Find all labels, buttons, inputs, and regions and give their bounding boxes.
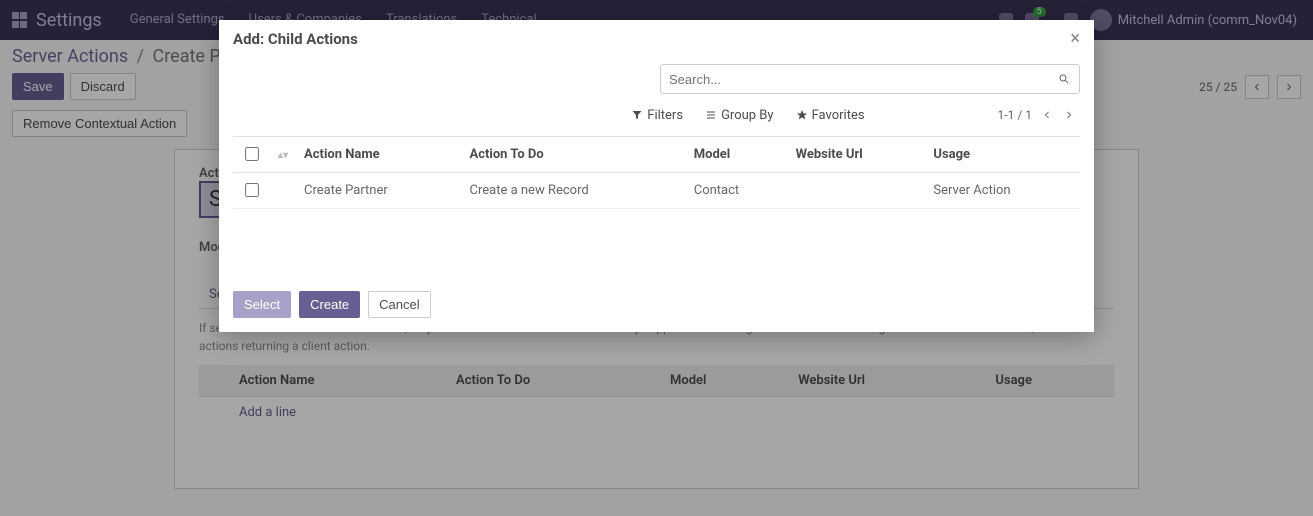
- funnel-icon: [631, 109, 643, 121]
- modal-title: Add: Child Actions: [233, 30, 358, 48]
- create-button[interactable]: Create: [299, 291, 360, 318]
- table-row[interactable]: Create Partner Create a new Record Conta…: [233, 173, 1080, 209]
- modal-overlay: Add: Child Actions × Filters: [0, 0, 1313, 516]
- modal-pager: 1-1 / 1: [994, 108, 1036, 122]
- favorites-button[interactable]: Favorites: [787, 105, 874, 126]
- cell-model: Contact: [686, 173, 788, 209]
- mcol-action-name[interactable]: Action Name: [296, 137, 461, 173]
- mcol-usage[interactable]: Usage: [925, 137, 1080, 173]
- cell-website-url: [788, 173, 926, 209]
- chevron-left-icon: [1041, 109, 1053, 121]
- modal-page-prev[interactable]: [1036, 104, 1058, 126]
- mcol-website-url[interactable]: Website Url: [788, 137, 926, 173]
- filters-button[interactable]: Filters: [622, 105, 692, 126]
- cell-action-to-do: Create a new Record: [462, 173, 686, 209]
- list-icon: [705, 109, 717, 121]
- mcol-action-to-do[interactable]: Action To Do: [462, 137, 686, 173]
- cancel-button[interactable]: Cancel: [368, 291, 430, 318]
- cell-action-name: Create Partner: [296, 173, 461, 209]
- mcol-model[interactable]: Model: [686, 137, 788, 173]
- sort-indicator[interactable]: ▴▾: [278, 150, 288, 161]
- modal-results-table: ▴▾ Action Name Action To Do Model Websit…: [233, 136, 1080, 209]
- select-button[interactable]: Select: [233, 291, 291, 318]
- chevron-right-icon: [1063, 109, 1075, 121]
- select-all-checkbox[interactable]: [245, 147, 259, 161]
- search-icon[interactable]: [1049, 65, 1079, 93]
- add-child-actions-modal: Add: Child Actions × Filters: [219, 20, 1094, 332]
- star-icon: [796, 109, 808, 121]
- cell-usage: Server Action: [925, 173, 1080, 209]
- group-by-button[interactable]: Group By: [696, 105, 783, 126]
- modal-close[interactable]: ×: [1070, 30, 1080, 48]
- modal-page-next[interactable]: [1058, 104, 1080, 126]
- search-input[interactable]: [661, 65, 1049, 93]
- row-checkbox[interactable]: [245, 183, 259, 197]
- modal-search: [660, 64, 1080, 94]
